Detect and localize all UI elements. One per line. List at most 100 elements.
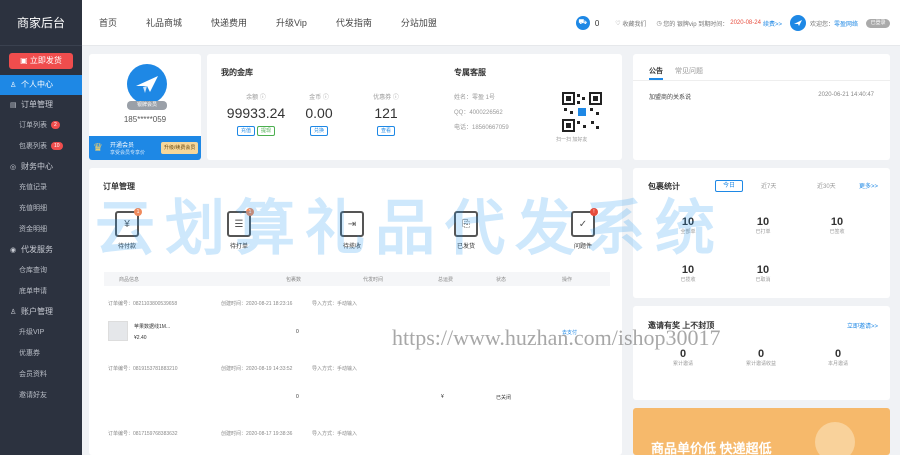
order-status-problem[interactable]: ✓! 问题件 [558, 208, 608, 250]
order-status-to-print[interactable]: ☰ 1 待打单 [214, 208, 264, 250]
sidebar-group-orders[interactable]: ▤ 订单管理 [0, 95, 82, 115]
print-list-glyph: ☰ [234, 218, 244, 230]
tab-7days[interactable]: 近7天 [761, 181, 776, 190]
truck-glyph: ⇥ [347, 218, 357, 230]
order-fee: ¥ [441, 394, 444, 400]
sidebar-item-warehouse[interactable]: 仓库查询 [0, 260, 82, 281]
upgrade-member-button[interactable]: 升级/续费会员 [161, 142, 199, 154]
username-link[interactable]: 零盈网络 [834, 19, 858, 28]
clock-icon: ◷ [656, 20, 664, 27]
notice-item-title[interactable]: 加盟商的关系说 [649, 92, 691, 101]
service-name: 姓名：零盈 1号 [454, 95, 496, 101]
plane-icon [136, 76, 158, 93]
invite-stat-month: 0 本月邀请 [818, 348, 858, 367]
renew-link[interactable]: 续费>> [763, 19, 782, 28]
order-status-to-collect[interactable]: ⇥ 待揽收 [327, 211, 377, 250]
col-fee: 总运费 [438, 277, 454, 283]
sidebar-item-order-list[interactable]: 订单列表 2 [0, 115, 82, 136]
tab-faq[interactable]: 常见问题 [675, 68, 703, 75]
sidebar-item-label: 优惠券 [19, 350, 40, 357]
sidebar-group-account[interactable]: ♙ 账户管理 [0, 302, 82, 322]
stat-cancelled: 10 已取消 [743, 264, 783, 283]
sidebar-item-recharge-detail[interactable]: 充值明细 [0, 198, 82, 219]
stat-label: 全部单 [680, 229, 696, 235]
order-import-method: 导入方式：手动输入 [312, 366, 358, 372]
order-created-time: 创建时间：2020-08-19 14:33:52 [221, 366, 293, 372]
user-avatar[interactable] [789, 15, 806, 31]
main-nav: 首页 礼品商城 快递费用 升级Vip 代发指南 分站加盟 [82, 0, 449, 46]
sidebar-item-label: 升级VIP [19, 329, 45, 336]
notice-item-time: 2020-06-21 14:40:47 [818, 92, 874, 98]
stat-label: 已取消 [755, 277, 771, 283]
col-time: 代发时间 [363, 277, 384, 283]
sidebar-item-package-list[interactable]: 包裹列表 10 [0, 136, 82, 157]
sidebar-item-invite[interactable]: 邀请好友 [0, 385, 82, 406]
heart-icon: ♡ [615, 20, 623, 27]
service-qq: QQ：4000226562 [454, 110, 503, 116]
order-status-shipped[interactable]: ⎘ 已发货 [441, 211, 491, 250]
packages-more-link[interactable]: 更多>> [859, 181, 878, 190]
sidebar-group-personal[interactable]: ♙ 个人中心 [0, 75, 82, 95]
view-coupons-button[interactable]: 查看 [376, 126, 395, 136]
invite-title: 邀请有奖 上不封顶 [648, 321, 715, 330]
qr-code-icon [561, 91, 603, 133]
order-status-unpaid[interactable]: ¥1 待付款 [102, 208, 152, 250]
sidebar-item-label: 仓库查询 [19, 267, 47, 274]
exchange-button[interactable]: 兑换 [309, 126, 328, 136]
stat-value: 0 [834, 348, 842, 360]
order-import-method: 导入方式：手动输入 [312, 301, 358, 307]
nav-home[interactable]: 首页 [82, 0, 129, 46]
stat-value: 0 [679, 348, 687, 360]
sidebar-group-service[interactable]: ◉ 代发服务 [0, 240, 82, 260]
pay-now-link[interactable]: 去支付 [562, 329, 577, 336]
orders-title: 订单管理 [103, 182, 135, 191]
col-action: 操作 [562, 277, 573, 283]
stat-signed: 10 已签收 [817, 216, 857, 235]
nav-upgrade-vip[interactable]: 升级Vip [259, 0, 319, 46]
service-title: 专属客服 [454, 68, 486, 77]
truck-icon: ⇥ [340, 211, 364, 237]
sidebar-item-upgrade-vip[interactable]: 升级VIP [0, 322, 82, 343]
stat-value: 0 [757, 348, 765, 360]
problem-icon: ✓! [571, 208, 598, 237]
product-name[interactable]: 苹果数据线1M... [134, 323, 170, 330]
nav-shipping-fees[interactable]: 快递费用 [194, 0, 259, 46]
sidebar-item-coupons[interactable]: 优惠券 [0, 343, 82, 364]
ship-now-button[interactable]: ▣ 立即发货 [9, 53, 73, 69]
promo-banner[interactable]: 商品单价低 快递超低 [633, 408, 890, 455]
status-toggle[interactable]: 已登录 [866, 18, 890, 28]
status-dot: ! [590, 208, 598, 216]
account-icon: ♙ [10, 309, 17, 316]
sidebar-item-receipt[interactable]: 底单申请 [0, 281, 82, 302]
tab-announcement[interactable]: 公告 [649, 68, 663, 80]
invite-stat-earnings: 0 累计邀请收益 [741, 348, 781, 367]
sidebar-item-label: 邀请好友 [19, 392, 47, 399]
nav-franchise[interactable]: 分站加盟 [384, 0, 449, 46]
table-row: 订单编号：0817159768383632 创建时间：2020-08-17 19… [104, 426, 610, 455]
stat-label: 金币 [309, 95, 322, 101]
favorites-link[interactable]: 收藏我们 [622, 19, 646, 28]
table-row: 订单编号：0821103800539658 创建时间：2020-08-21 18… [104, 296, 610, 354]
stat-value: 10 [756, 216, 770, 228]
stat-label: 本月邀请 [827, 361, 848, 367]
tab-today[interactable]: 今日 [715, 180, 743, 192]
nav-guide[interactable]: 代发指南 [319, 0, 384, 46]
package-count: 0 [296, 329, 299, 335]
cart-icon[interactable]: ⛟ [575, 16, 590, 30]
sidebar-group-finance[interactable]: ◎ 财务中心 [0, 157, 82, 177]
nav-gift-mall[interactable]: 礼品商城 [129, 0, 194, 46]
sidebar-item-label: 底单申请 [19, 288, 47, 295]
withdraw-button[interactable]: 提现 [256, 126, 275, 136]
tab-30days[interactable]: 近30天 [817, 181, 836, 190]
invite-now-link[interactable]: 立即邀请>> [847, 321, 878, 330]
sidebar-item-label: 会员资料 [19, 371, 47, 378]
plane-icon [793, 20, 802, 26]
sidebar-item-recharge-record[interactable]: 充值记录 [0, 177, 82, 198]
sidebar-item-fund-detail[interactable]: 资金明细 [0, 219, 82, 240]
package-count: 0 [296, 394, 299, 400]
recharge-button[interactable]: 充值 [237, 126, 256, 136]
stat-printed: 10 已打单 [743, 216, 783, 235]
sidebar-item-profile[interactable]: 会员资料 [0, 364, 82, 385]
orders-card: 订单管理 ¥1 待付款 ☰ 1 待打单 ⇥ 待揽收 ⎘ 已发货 ✓! 问题件 商品… [89, 168, 622, 455]
problem-glyph: ✓ [578, 218, 588, 230]
